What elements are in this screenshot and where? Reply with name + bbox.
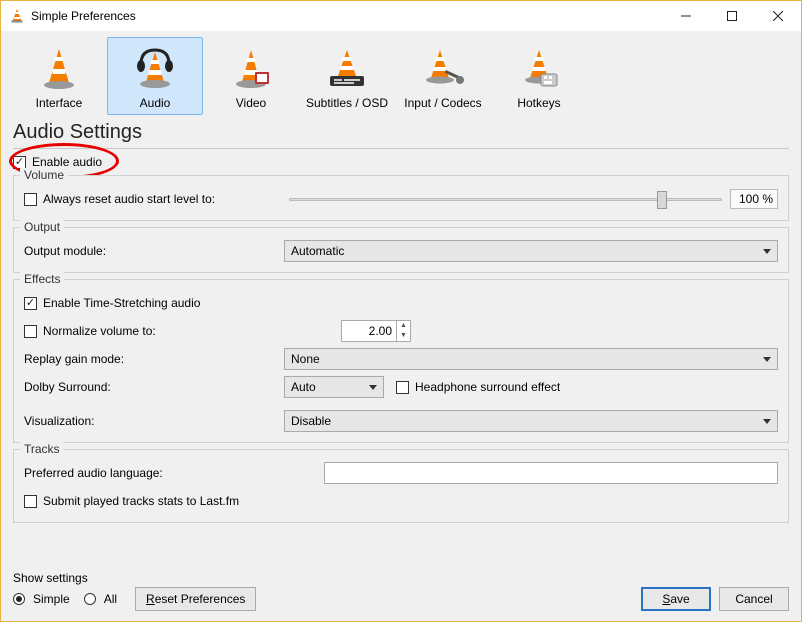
preferred-language-input[interactable] <box>324 462 778 484</box>
enable-audio-label: Enable audio <box>32 155 102 169</box>
start-level-value: 100 % <box>730 189 778 209</box>
chevron-down-icon <box>763 419 771 424</box>
maximize-button[interactable] <box>709 1 755 31</box>
page-title: Audio Settings <box>1 115 801 148</box>
divider <box>13 148 789 149</box>
titlebar: Simple Preferences <box>1 1 801 31</box>
tracks-legend: Tracks <box>20 442 64 456</box>
timestretch-checkbox[interactable] <box>24 297 37 310</box>
volume-legend: Volume <box>20 168 68 182</box>
cone-icon <box>40 44 78 94</box>
window: Simple Preferences Interface Audio Video… <box>0 0 802 622</box>
dolby-surround-select[interactable]: Auto <box>284 376 384 398</box>
replay-gain-select[interactable]: None <box>284 348 778 370</box>
normalize-value-spinner[interactable]: 2.00 ▲▼ <box>341 320 411 342</box>
start-level-slider[interactable] <box>289 189 722 209</box>
effects-group: Effects Enable Time-Stretching audio Nor… <box>13 279 789 443</box>
tab-interface[interactable]: Interface <box>11 37 107 115</box>
hotkeys-cone-icon <box>517 44 561 94</box>
save-button[interactable]: Save <box>641 587 711 611</box>
tab-label: Video <box>236 96 266 110</box>
normalize-label: Normalize volume to: <box>43 324 289 338</box>
tab-label: Subtitles / OSD <box>306 96 388 110</box>
select-value: Auto <box>291 380 316 394</box>
select-value: None <box>291 352 320 366</box>
visualization-label: Visualization: <box>24 414 284 428</box>
footer: Show settings Simple All Reset Preferenc… <box>1 565 801 621</box>
chevron-down-icon <box>763 249 771 254</box>
reset-preferences-button[interactable]: Reset Preferences <box>135 587 256 611</box>
tab-label: Hotkeys <box>517 96 560 110</box>
tab-audio[interactable]: Audio <box>107 37 203 115</box>
tab-label: Interface <box>36 96 83 110</box>
output-module-select[interactable]: Automatic <box>284 240 778 262</box>
show-settings-label: Show settings <box>13 571 256 585</box>
tab-label: Input / Codecs <box>404 96 481 110</box>
spinner-value: 2.00 <box>342 324 396 338</box>
visualization-select[interactable]: Disable <box>284 410 778 432</box>
volume-group: Volume Always reset audio start level to… <box>13 175 789 221</box>
output-legend: Output <box>20 220 64 234</box>
chevron-down-icon <box>763 357 771 362</box>
headphones-cone-icon <box>133 44 177 94</box>
close-button[interactable] <box>755 1 801 31</box>
category-tabs: Interface Audio Video Subtitles / OSD In… <box>1 31 801 115</box>
output-group: Output Output module: Automatic <box>13 227 789 273</box>
enable-audio-checkbox[interactable] <box>13 156 26 169</box>
simple-label: Simple <box>33 592 70 606</box>
replay-gain-label: Replay gain mode: <box>24 352 284 366</box>
tab-subtitles[interactable]: Subtitles / OSD <box>299 37 395 115</box>
film-cone-icon <box>229 44 273 94</box>
reset-start-level-checkbox[interactable] <box>24 193 37 206</box>
chevron-up-icon[interactable]: ▲ <box>397 321 410 331</box>
codecs-cone-icon <box>420 44 466 94</box>
headphone-surround-label: Headphone surround effect <box>415 380 560 394</box>
vlc-logo-icon <box>9 8 25 24</box>
dolby-surround-label: Dolby Surround: <box>24 380 284 394</box>
reset-start-level-label: Always reset audio start level to: <box>43 192 289 206</box>
chevron-down-icon[interactable]: ▼ <box>397 331 410 341</box>
lastfm-label: Submit played tracks stats to Last.fm <box>43 494 239 508</box>
timestretch-label: Enable Time-Stretching audio <box>43 296 200 310</box>
normalize-checkbox[interactable] <box>24 325 37 338</box>
window-title: Simple Preferences <box>31 9 663 23</box>
show-settings-simple-radio[interactable] <box>13 593 25 605</box>
subtitles-cone-icon <box>324 44 370 94</box>
show-settings-all-radio[interactable] <box>84 593 96 605</box>
lastfm-checkbox[interactable] <box>24 495 37 508</box>
settings-content: Enable audio Volume Always reset audio s… <box>1 155 801 523</box>
select-value: Automatic <box>291 244 344 258</box>
all-label: All <box>104 592 117 606</box>
minimize-button[interactable] <box>663 1 709 31</box>
effects-legend: Effects <box>20 272 64 286</box>
headphone-surround-checkbox[interactable] <box>396 381 409 394</box>
tab-video[interactable]: Video <box>203 37 299 115</box>
select-value: Disable <box>291 414 331 428</box>
tab-hotkeys[interactable]: Hotkeys <box>491 37 587 115</box>
chevron-down-icon <box>369 385 377 390</box>
cancel-label: Cancel <box>735 592 772 606</box>
tab-input-codecs[interactable]: Input / Codecs <box>395 37 491 115</box>
output-module-label: Output module: <box>24 244 284 258</box>
preferred-language-label: Preferred audio language: <box>24 466 324 480</box>
tracks-group: Tracks Preferred audio language: Submit … <box>13 449 789 523</box>
cancel-button[interactable]: Cancel <box>719 587 789 611</box>
tab-label: Audio <box>140 96 171 110</box>
